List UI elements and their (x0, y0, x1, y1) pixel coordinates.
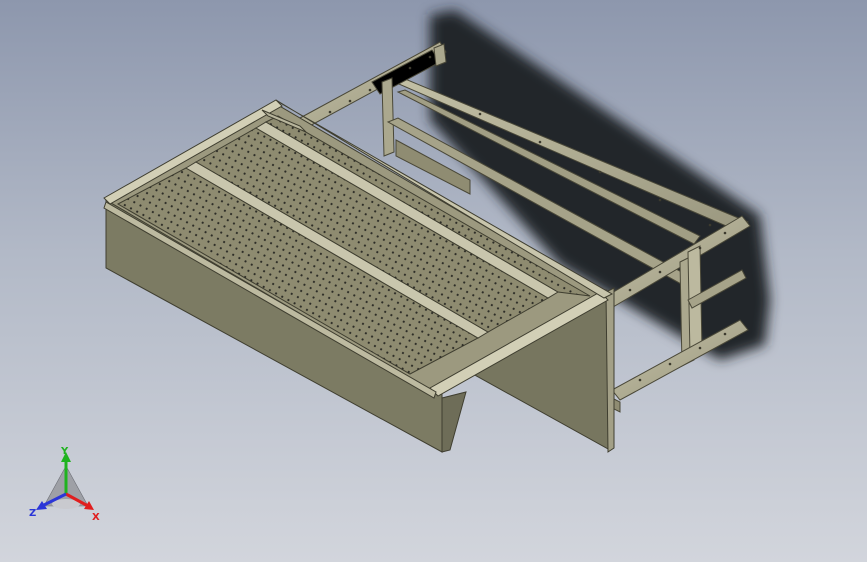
graphics-viewport[interactable]: Y X Z (0, 0, 867, 562)
rear-post-left (381, 77, 395, 157)
x-axis-label: X (92, 512, 100, 523)
coordinate-triad: Y X Z (29, 446, 100, 523)
support-bracket (441, 391, 467, 453)
z-axis-label: Z (29, 508, 36, 519)
3d-model-scene[interactable] (0, 0, 867, 562)
rear-post-right (433, 43, 447, 67)
y-axis-label: Y (60, 446, 69, 457)
